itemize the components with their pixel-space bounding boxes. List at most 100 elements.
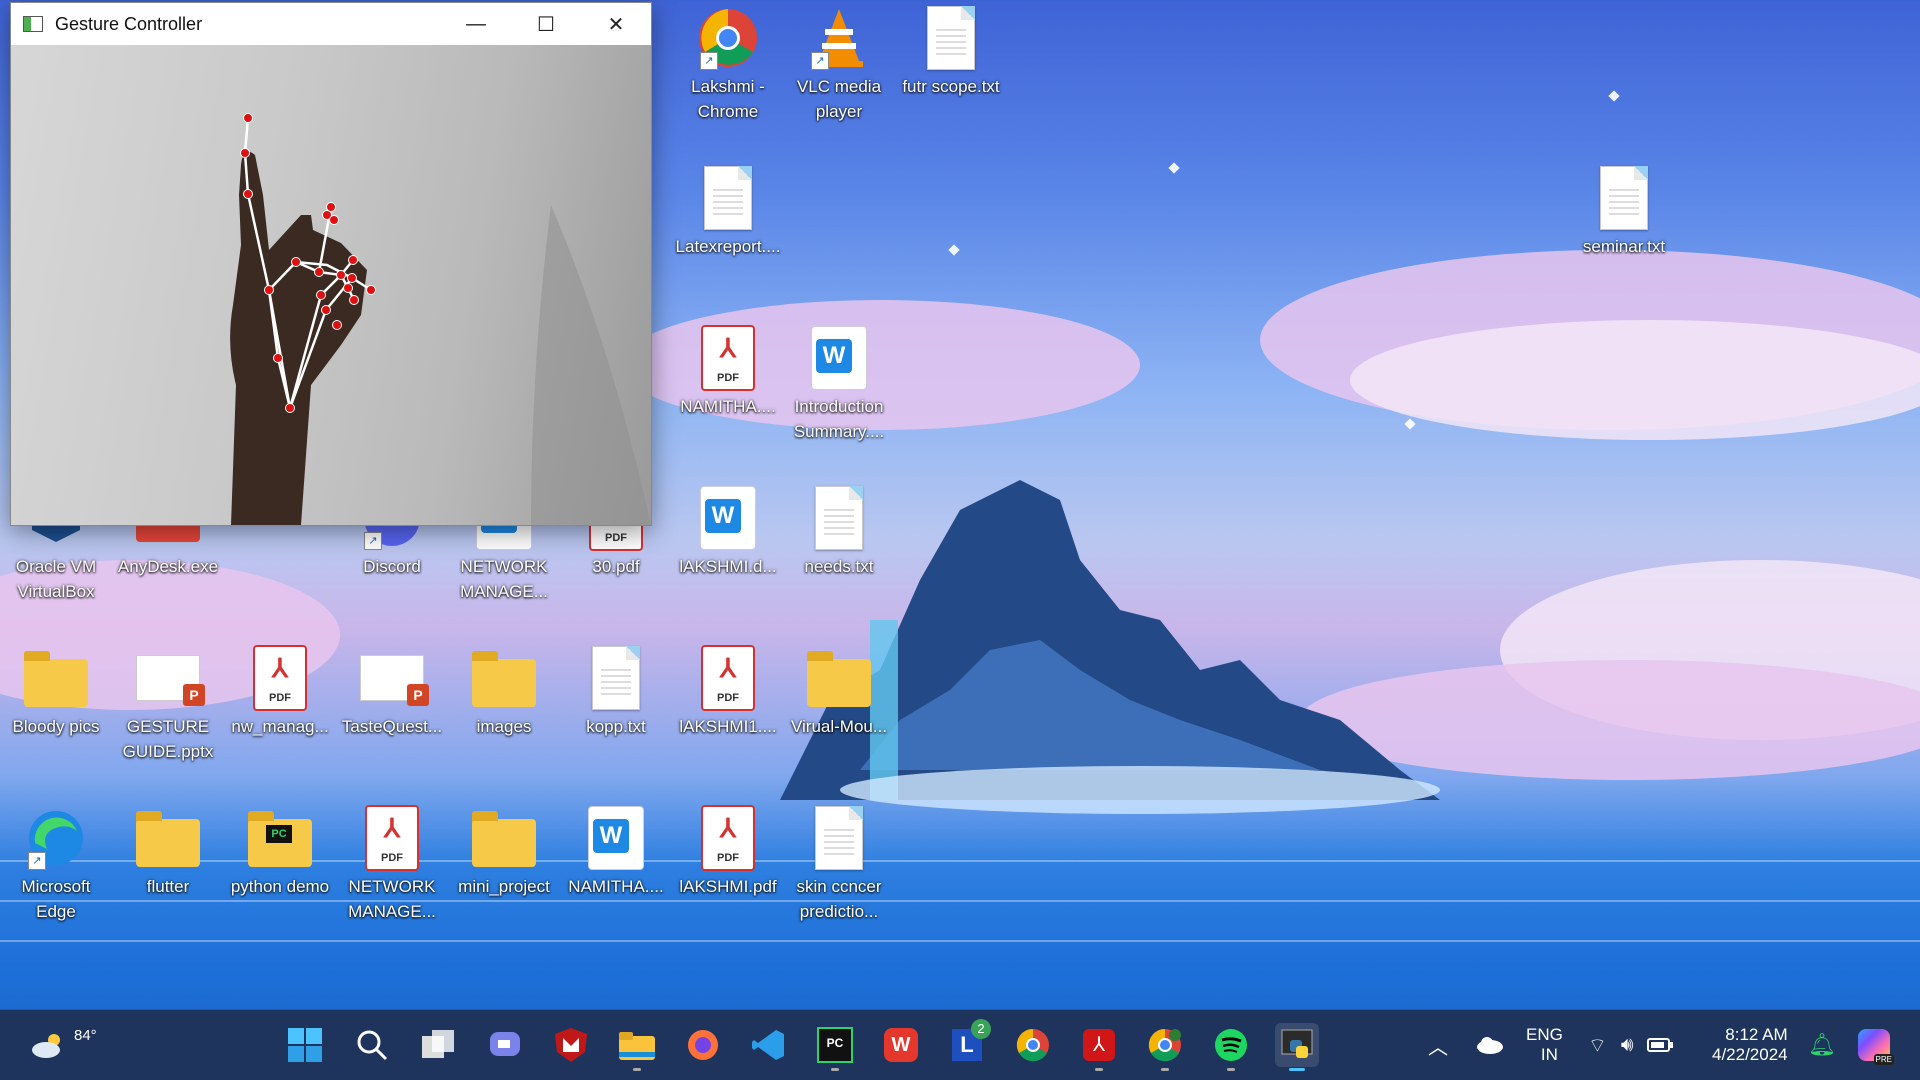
start-button[interactable] bbox=[283, 1023, 327, 1067]
taskbar-acrobat[interactable]: ⅄ bbox=[1077, 1023, 1121, 1071]
gesture-controller-window[interactable]: Gesture Controller — ☐ ✕ bbox=[10, 2, 652, 526]
wifi-icon: ⌔ bbox=[1588, 1034, 1607, 1057]
desktop-icon-label: NETWORK MANAGE... bbox=[348, 877, 436, 921]
notifications-button[interactable]: 🔔︎ bbox=[1808, 1010, 1836, 1080]
weather-widget[interactable]: 84° bbox=[28, 1010, 97, 1080]
desktop-icon-edge[interactable]: ↗ Microsoft Edge bbox=[0, 806, 112, 924]
desktop-icon-label: lAKSHMI.d... bbox=[679, 557, 777, 576]
desktop-icon-introduction[interactable]: W Introduction Summary.... bbox=[783, 326, 895, 444]
desktop-icon-label: GESTURE GUIDE.pptx bbox=[122, 717, 214, 761]
desktop-icon-python-demo[interactable]: PC python demo bbox=[224, 806, 336, 899]
minimize-button[interactable]: — bbox=[441, 3, 511, 45]
desktop-icon-tastequest[interactable]: P TasteQuest... bbox=[336, 646, 448, 739]
clock-button[interactable]: 8:12 AM 4/22/2024 bbox=[1712, 1010, 1788, 1080]
pycharm-icon: PC bbox=[817, 1027, 853, 1063]
search-button[interactable] bbox=[350, 1023, 394, 1067]
window-titlebar[interactable]: Gesture Controller — ☐ ✕ bbox=[11, 3, 651, 45]
taskbar-teams[interactable] bbox=[483, 1023, 527, 1067]
search-icon bbox=[357, 1030, 388, 1061]
close-button[interactable]: ✕ bbox=[581, 3, 651, 45]
firefox-icon bbox=[688, 1030, 718, 1060]
cloud-icon bbox=[1477, 1037, 1503, 1054]
desktop-icon-lakshmi-doc[interactable]: W lAKSHMI.d... bbox=[672, 486, 784, 579]
task-view-icon bbox=[422, 1030, 454, 1058]
desktop-icon-nw-manag[interactable]: ⅄ PDF nw_manag... bbox=[224, 645, 336, 739]
desktop-icon-chrome[interactable]: ↗ Lakshmi - Chrome bbox=[672, 6, 784, 124]
folder-icon bbox=[136, 806, 200, 870]
desktop-icon-label: futr scope.txt bbox=[902, 77, 1000, 96]
taskbar-pycharm[interactable]: PC bbox=[813, 1023, 857, 1071]
webcam-feed bbox=[11, 45, 651, 525]
text-file-icon bbox=[696, 166, 760, 230]
desktop-icon-label: lAKSHMI.pdf bbox=[679, 877, 777, 896]
taskbar-chrome[interactable] bbox=[1011, 1023, 1055, 1067]
desktop-icon-skin-cancer[interactable]: skin ccncer predictio... bbox=[783, 806, 895, 924]
desktop-icon-label: Discord bbox=[363, 557, 421, 576]
desktop-icon-flutter[interactable]: flutter bbox=[112, 806, 224, 899]
task-view-button[interactable] bbox=[417, 1023, 461, 1067]
desktop-icon-label: Introduction Summary.... bbox=[793, 397, 885, 441]
desktop-icon-latexreport[interactable]: Latexreport.... bbox=[672, 166, 784, 259]
pdf-icon: ⅄PDF bbox=[696, 325, 760, 391]
maximize-button[interactable]: ☐ bbox=[511, 3, 581, 45]
desktop-icon-futr-scope[interactable]: futr scope.txt bbox=[895, 6, 1007, 99]
python-icon bbox=[1281, 1029, 1313, 1058]
region-label: IN bbox=[1540, 1045, 1558, 1064]
taskbar-wps[interactable]: W bbox=[879, 1023, 923, 1067]
language-label: ENG bbox=[1526, 1025, 1563, 1044]
desktop-icon-label: NETWORK MANAGE... bbox=[460, 557, 548, 601]
desktop-icon-bloody-pics[interactable]: Bloody pics bbox=[0, 646, 112, 739]
taskbar-firefox[interactable] bbox=[681, 1023, 725, 1067]
chrome-icon bbox=[1016, 1028, 1049, 1062]
maximize-icon: ☐ bbox=[537, 13, 555, 36]
taskbar-chrome-profile[interactable] bbox=[1143, 1023, 1187, 1071]
desktop-icon-virual-mou[interactable]: Virual-Mou... bbox=[783, 646, 895, 739]
text-file-icon bbox=[807, 486, 871, 550]
language-indicator[interactable]: ENG IN bbox=[1526, 1010, 1563, 1080]
desktop-icon-label: AnyDesk.exe bbox=[117, 557, 219, 576]
taskbar-file-explorer[interactable] bbox=[615, 1023, 659, 1071]
taskbar-spotify[interactable] bbox=[1209, 1023, 1253, 1071]
desktop-icon-vlc[interactable]: ↗ VLC media player bbox=[783, 6, 895, 124]
volume-icon: 🔊︎ bbox=[1620, 1033, 1634, 1056]
desktop-icon-gesture-guide[interactable]: P GESTURE GUIDE.pptx bbox=[112, 646, 224, 764]
folder-explorer-icon bbox=[619, 1032, 655, 1060]
desktop-icon-label: lAKSHMI1.... bbox=[679, 717, 777, 736]
chrome-profile-icon bbox=[1148, 1028, 1181, 1062]
taskbar-mcafee[interactable] bbox=[549, 1023, 593, 1067]
show-hidden-icons-button[interactable]: ︿ bbox=[1428, 1010, 1448, 1080]
taskbar-python-active[interactable] bbox=[1275, 1023, 1319, 1071]
acrobat-icon: ⅄ bbox=[1083, 1029, 1115, 1061]
minimize-icon: — bbox=[466, 12, 486, 35]
onedrive-button[interactable] bbox=[1476, 1010, 1504, 1080]
desktop-icon-label: NAMITHA.... bbox=[568, 877, 664, 896]
wps-office-icon: W bbox=[884, 1028, 918, 1062]
taskbar-l-app[interactable]: L 2 bbox=[945, 1019, 991, 1067]
text-file-icon bbox=[807, 806, 871, 870]
desktop-icon-lakshmi-pdf[interactable]: ⅄ PDF lAKSHMI.pdf bbox=[672, 805, 784, 899]
desktop-icon-namitha-pdf[interactable]: ⅄ PDF NAMITHA.... bbox=[672, 325, 784, 419]
folder-icon bbox=[24, 646, 88, 710]
desktop-icon-mini-project[interactable]: mini_project bbox=[448, 806, 560, 899]
taskbar: 84° PC W L 2 ⅄ ︿ ENG IN ⌔ 🔊︎ 8:12 AM 4/2… bbox=[0, 1009, 1920, 1080]
chevron-up-icon: ︿ bbox=[1428, 1036, 1448, 1059]
desktop-icon-images[interactable]: images bbox=[448, 646, 560, 739]
desktop-icon-label: needs.txt bbox=[804, 557, 874, 576]
desktop-icon-needs[interactable]: needs.txt bbox=[783, 486, 895, 579]
desktop-icon-network-manage-2[interactable]: ⅄ PDF NETWORK MANAGE... bbox=[336, 805, 448, 924]
desktop-icon-label: mini_project bbox=[458, 877, 550, 896]
desktop-icon-label: python demo bbox=[230, 877, 330, 896]
windows-logo-icon bbox=[288, 1028, 322, 1062]
taskbar-vscode[interactable] bbox=[747, 1023, 791, 1067]
desktop-icon-seminar[interactable]: seminar.txt bbox=[1568, 166, 1680, 259]
desktop-icon-lakshmi1[interactable]: ⅄ PDF lAKSHMI1.... bbox=[672, 645, 784, 739]
vlc-icon: ↗ bbox=[807, 6, 871, 70]
desktop-icon-label: flutter bbox=[146, 877, 190, 896]
copilot-button[interactable]: PRE bbox=[1858, 1010, 1894, 1080]
desktop-icon-kopp[interactable]: kopp.txt bbox=[560, 646, 672, 739]
cloud-weather-icon bbox=[32, 1034, 60, 1058]
desktop-icon-label: VLC media player bbox=[796, 77, 882, 121]
word-doc-icon: W bbox=[696, 486, 760, 550]
quick-settings-button[interactable]: ⌔ 🔊︎ bbox=[1588, 1010, 1674, 1080]
desktop-icon-namitha-doc[interactable]: W NAMITHA.... bbox=[560, 806, 672, 899]
